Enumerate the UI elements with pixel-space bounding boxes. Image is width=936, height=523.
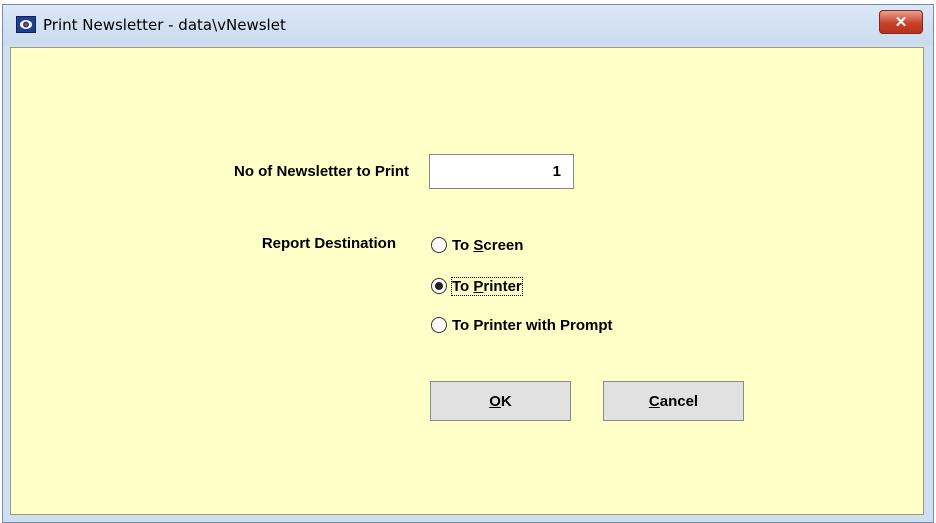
cancel-button[interactable]: Cancel — [603, 381, 744, 421]
radio-circle-checked[interactable] — [431, 278, 447, 294]
app-icon — [16, 16, 36, 33]
radio-to-printer[interactable]: To Printer — [431, 275, 523, 297]
print-newsletter-dialog: Print Newsletter - data\vNewslet ✕ No of… — [2, 4, 934, 523]
close-icon: ✕ — [894, 14, 908, 31]
destination-label: Report Destination — [261, 235, 396, 252]
radio-circle[interactable] — [431, 317, 447, 333]
radio-to-printer-with-prompt[interactable]: To Printer with Prompt — [431, 314, 613, 336]
ok-button[interactable]: OK — [430, 381, 571, 421]
ok-accel: O — [489, 392, 501, 410]
radio-to-screen[interactable]: To Screen — [431, 234, 523, 256]
radio-label-to-printer-with-prompt: To Printer with Prompt — [452, 316, 613, 334]
radio-label-to-screen: To Screen — [452, 236, 524, 254]
dialog-body: No of Newsletter to Print Report Destina… — [10, 47, 924, 515]
radio-circle[interactable] — [431, 237, 447, 253]
copies-label: No of Newsletter to Print — [233, 163, 409, 180]
ok-rest: K — [500, 392, 512, 410]
window-title: Print Newsletter - data\vNewslet — [43, 16, 286, 34]
close-button[interactable]: ✕ — [879, 10, 923, 34]
title-bar[interactable]: Print Newsletter - data\vNewslet ✕ — [3, 5, 933, 45]
radio-label-to-printer: To Printer — [451, 276, 523, 296]
copies-input[interactable] — [429, 154, 574, 189]
cancel-accel: C — [648, 392, 660, 410]
cancel-rest: ancel — [659, 392, 699, 410]
